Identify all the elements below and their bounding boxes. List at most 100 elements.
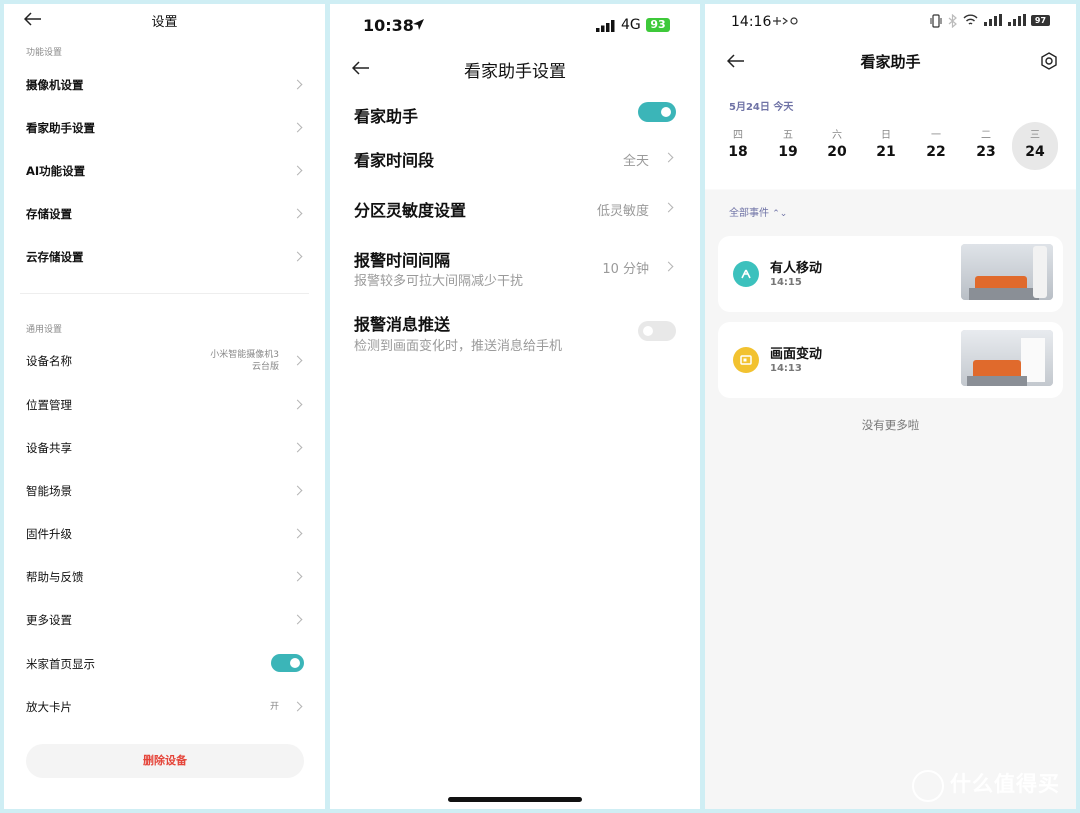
guard-time-row[interactable]: 看家时间段 全天 — [330, 144, 700, 174]
weekday-label: 一 — [931, 130, 941, 141]
weekday-label: 四 — [733, 130, 743, 141]
alarm-interval-row[interactable]: 报警时间间隔 报警较多可拉大间隔减少干扰 10 分钟 — [330, 244, 700, 290]
weekday-label: 六 — [832, 130, 842, 141]
settings-item-label: 位置管理 — [26, 398, 72, 412]
settings-item-camera[interactable]: 摄像机设置 — [4, 70, 325, 100]
person-icon — [733, 261, 759, 287]
home-display-toggle[interactable] — [271, 654, 304, 672]
chevron-right-icon — [663, 261, 674, 272]
row-label: 报警时间间隔 — [354, 251, 451, 270]
date-picker-day-selected[interactable]: 三 24 — [1012, 122, 1058, 170]
toggle-knob — [290, 658, 300, 668]
date-picker-day[interactable]: 一 22 — [913, 122, 959, 170]
date-picker-day[interactable]: 四 18 — [715, 122, 761, 170]
settings-item-location[interactable]: 位置管理 — [4, 390, 325, 420]
settings-item-label: 米家首页显示 — [26, 657, 95, 671]
section-header-features: 功能设置 — [26, 48, 63, 58]
signal-icon — [984, 14, 1002, 26]
settings-item-cloud-storage[interactable]: 云存储设置 — [4, 242, 325, 272]
weekday-label: 日 — [881, 130, 891, 141]
chevron-right-icon — [292, 701, 303, 712]
screen-change-icon — [733, 347, 759, 373]
watermark-logo-icon — [912, 770, 944, 802]
chevron-right-icon — [292, 442, 303, 453]
event-card[interactable]: 画面变动 14:13 — [718, 322, 1063, 398]
settings-item-share[interactable]: 设备共享 — [4, 433, 325, 463]
chevron-right-icon — [292, 208, 303, 219]
settings-item-smart-scene[interactable]: 智能场景 — [4, 476, 325, 506]
status-time: 14:16 — [731, 14, 772, 30]
settings-item-label: 摄像机设置 — [26, 78, 84, 92]
device-name-value: 小米智能摄像机3 云台版 — [210, 349, 279, 373]
chevron-right-icon — [292, 355, 303, 366]
chevron-right-icon — [292, 571, 303, 582]
settings-item-firmware[interactable]: 固件升级 — [4, 519, 325, 549]
settings-item-ai[interactable]: AI功能设置 — [4, 156, 325, 186]
day-number: 23 — [976, 144, 996, 160]
settings-item-label: AI功能设置 — [26, 164, 86, 178]
row-label: 报警消息推送 — [354, 315, 451, 334]
settings-item-device-name[interactable]: 设备名称 小米智能摄像机3 云台版 — [4, 346, 325, 376]
page-title: 看家助手设置 — [464, 62, 566, 82]
settings-item-label: 看家助手设置 — [26, 121, 95, 135]
filter-label: 全部事件 — [729, 208, 769, 219]
guard-assistant-settings-screen: 10:38 4G 93 看家助手设置 看家助手 看家时间段 全天 分区灵敏度设置… — [330, 4, 700, 809]
row-value: 低灵敏度 — [596, 204, 649, 219]
toggle-knob — [643, 326, 653, 336]
date-picker-day[interactable]: 五 19 — [765, 122, 811, 170]
signal-icon — [596, 20, 615, 32]
vibrate-icon — [930, 14, 942, 28]
date-picker-day[interactable]: 二 23 — [963, 122, 1009, 170]
chevron-right-icon — [292, 399, 303, 410]
date-picker-day[interactable]: 六 20 — [814, 122, 860, 170]
settings-item-label: 云存储设置 — [26, 250, 84, 264]
weekday-label: 五 — [783, 130, 793, 141]
chevron-right-icon — [292, 122, 303, 133]
settings-item-guard-assistant[interactable]: 看家助手设置 — [4, 113, 325, 143]
date-picker-day[interactable]: 日 21 — [863, 122, 909, 170]
guard-assistant-toggle[interactable] — [638, 102, 676, 122]
push-notification-toggle[interactable] — [638, 321, 676, 341]
settings-item-label: 帮助与反馈 — [26, 570, 84, 584]
bluetooth-icon — [948, 14, 957, 28]
sensitivity-row[interactable]: 分区灵敏度设置 低灵敏度 — [330, 194, 700, 224]
end-of-list-text: 没有更多啦 — [861, 418, 920, 432]
row-value: 10 分钟 — [602, 262, 649, 277]
event-time: 14:15 — [770, 277, 802, 288]
battery-level: 93 — [650, 18, 666, 31]
guard-assistant-row: 看家助手 — [330, 100, 700, 130]
delete-device-button[interactable]: 删除设备 — [26, 744, 304, 778]
settings-gear-icon[interactable] — [1039, 51, 1059, 71]
event-filter-dropdown[interactable]: 全部事件 ⌃⌄ — [729, 204, 787, 219]
row-label: 分区灵敏度设置 — [354, 201, 467, 220]
page-title: 设置 — [151, 15, 178, 30]
settings-item-label: 放大卡片 — [26, 700, 72, 714]
current-date-label: 5月24日 今天 — [729, 102, 794, 113]
settings-item-label: 智能场景 — [26, 484, 72, 498]
event-time: 14:13 — [770, 363, 802, 374]
network-type: 4G — [621, 17, 641, 33]
chevron-right-icon — [292, 528, 303, 539]
day-number: 19 — [778, 144, 798, 160]
chevron-right-icon — [292, 251, 303, 262]
day-number: 20 — [827, 144, 847, 160]
event-thumbnail[interactable] — [961, 244, 1053, 300]
settings-item-more[interactable]: 更多设置 — [4, 605, 325, 635]
chevron-right-icon — [292, 485, 303, 496]
event-thumbnail[interactable] — [961, 330, 1053, 386]
home-indicator — [448, 797, 582, 802]
battery-icon: 93 — [646, 18, 670, 32]
event-card[interactable]: 有人移动 14:15 — [718, 236, 1063, 312]
settings-item-label: 设备名称 — [26, 354, 72, 368]
toggle-knob — [661, 107, 671, 117]
day-number: 21 — [876, 144, 896, 160]
device-settings-screen: 设置 功能设置 摄像机设置 看家助手设置 AI功能设置 存储设置 云存储设置 通… — [4, 4, 325, 809]
chevron-right-icon — [663, 152, 674, 163]
settings-item-help[interactable]: 帮助与反馈 — [4, 562, 325, 592]
settings-item-label: 存储设置 — [26, 207, 72, 221]
event-name: 画面变动 — [770, 347, 823, 362]
settings-item-storage[interactable]: 存储设置 — [4, 199, 325, 229]
settings-item-enlarge-card[interactable]: 放大卡片 开 — [4, 692, 325, 722]
device-name-line1: 小米智能摄像机3 — [210, 350, 279, 360]
battery-level: 97 — [1034, 16, 1047, 25]
